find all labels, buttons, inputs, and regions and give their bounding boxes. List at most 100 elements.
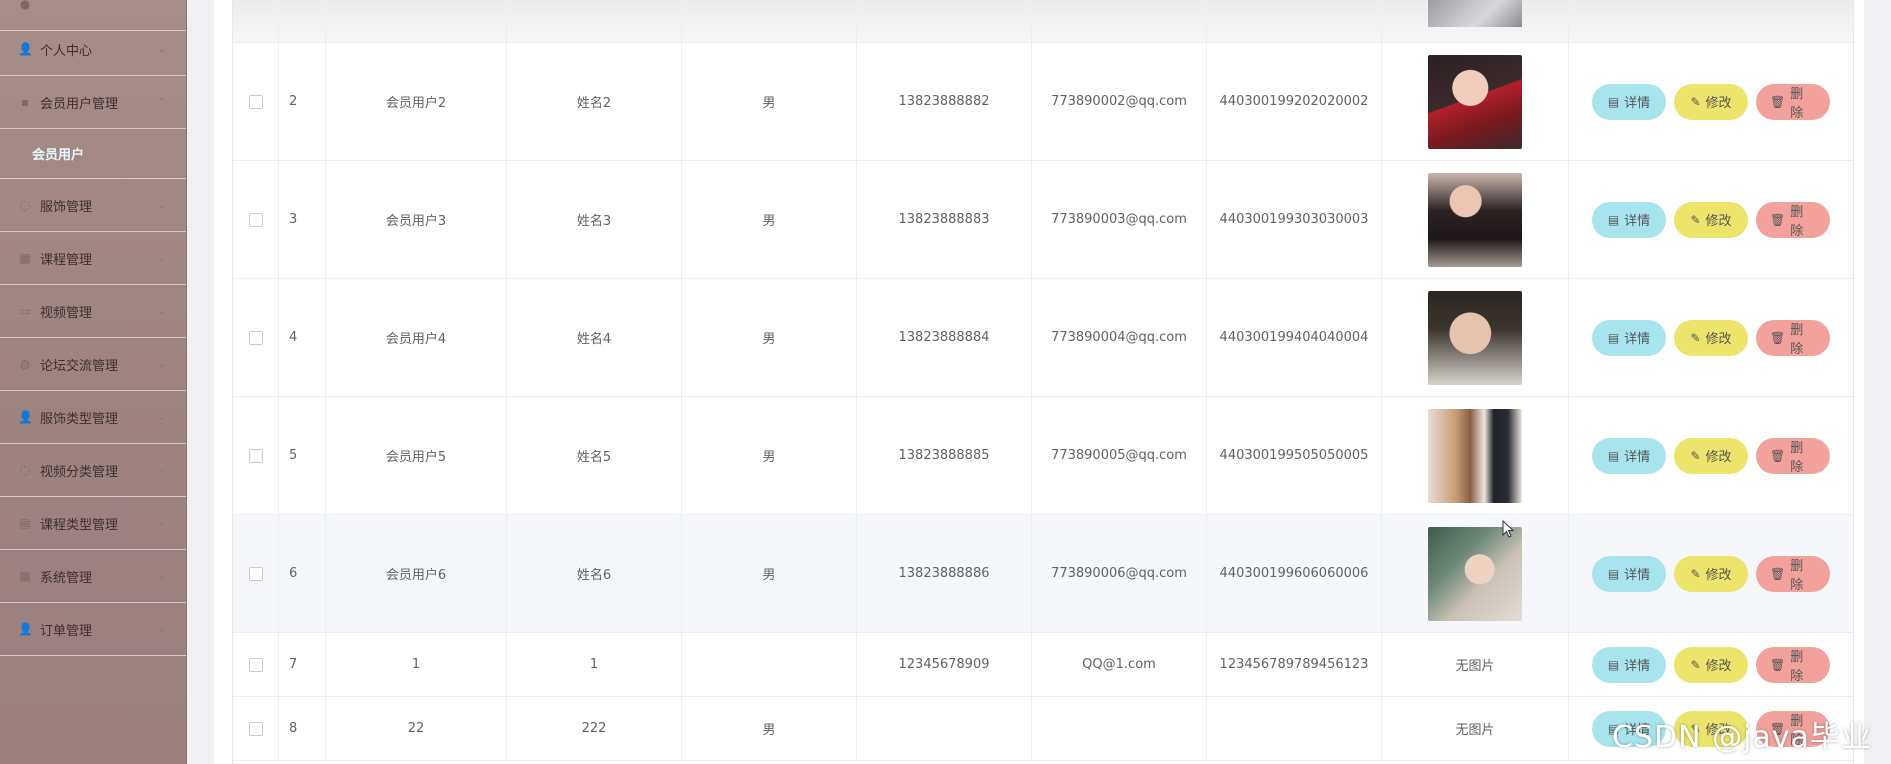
- gender-text: 男: [762, 450, 776, 465]
- sidebar-item-course[interactable]: ▦ 课程管理 ⌄: [0, 232, 186, 285]
- actions-cell: ▤ 详情 ✎ 修改 🗑 删除: [1569, 161, 1853, 278]
- table-row[interactable]: 5 会员用户5 姓名5 男 13823888885 773890005@qq.com 440…: [233, 397, 1853, 515]
- sidebar-item-label: 服饰管理: [40, 199, 93, 215]
- name-cell: 1: [507, 633, 682, 696]
- sidebar-item-clothing-type[interactable]: 👤 服饰类型管理 ⌄: [0, 391, 186, 444]
- gender-cell: 男: [682, 397, 857, 514]
- delete-button-label: 删除: [1790, 322, 1804, 357]
- phone-cell: 12345678909: [857, 633, 1032, 696]
- sidebar-item-video-category[interactable]: ◌ 视频分类管理 ⌄: [0, 444, 186, 497]
- row-checkbox[interactable]: [248, 721, 263, 736]
- row-checkbox[interactable]: [248, 212, 263, 227]
- chevron-down-icon: ⌄: [157, 305, 166, 317]
- table-row[interactable]: 8 22 222 男无图片 ▤ 详情 ✎ 修改 🗑 删除: [233, 697, 1853, 761]
- detail-button[interactable]: ▤ 详情: [1592, 83, 1666, 120]
- delete-button[interactable]: 🗑 删除: [1756, 201, 1830, 239]
- list-icon: ▤: [19, 516, 31, 530]
- index-text: 8: [289, 721, 298, 736]
- index-text: 4: [289, 330, 298, 345]
- sidebar-item-label: 服饰类型管理: [40, 411, 119, 427]
- account-text: 会员用户6: [385, 568, 447, 583]
- detail-button[interactable]: ▤ 详情: [1592, 201, 1666, 238]
- sidebar-item-system[interactable]: ▦ 系统管理 ⌄: [0, 550, 186, 603]
- detail-button-label: 详情: [1624, 450, 1651, 465]
- email-cell: 773890002@qq.com: [1032, 43, 1207, 160]
- phone-text: 13823888884: [898, 330, 990, 345]
- watermark: CSDN @java毕业: [1612, 720, 1872, 755]
- table-row[interactable]: 3 会员用户3 姓名3 男 13823888883 773890003@qq.com 440…: [233, 161, 1853, 279]
- photo-thumbnail[interactable]: [1428, 172, 1522, 267]
- detail-button[interactable]: ▤ 详情: [1592, 437, 1666, 474]
- checkbox-cell: [233, 633, 279, 696]
- index-text: 6: [289, 566, 298, 581]
- sidebar-item-member-users[interactable]: ▪ 会员用户管理 ⌃: [0, 76, 186, 129]
- table-row[interactable]: 6 会员用户6 姓名6 男 13823888886 773890006@qq.com 440…: [233, 515, 1853, 633]
- pencil-icon: ✎: [1690, 94, 1701, 109]
- account-text: 1: [411, 657, 421, 672]
- email-text: 773890003@qq.com: [1051, 212, 1187, 227]
- idcard-cell: 440300199505050005: [1207, 397, 1382, 514]
- actions-cell: ▤ 详情 ✎ 修改 🗑 删除: [1569, 515, 1853, 632]
- sidebar-item-course-type[interactable]: ▤ 课程类型管理 ⌄: [0, 497, 186, 550]
- photo-thumbnail[interactable]: [1428, 290, 1522, 385]
- row-checkbox[interactable]: [248, 448, 263, 463]
- name-cell: [507, 0, 682, 42]
- delete-button[interactable]: 🗑 删除: [1756, 555, 1830, 593]
- delete-button[interactable]: 🗑 删除: [1756, 646, 1830, 684]
- document-icon: ▤: [1607, 94, 1620, 109]
- shirt-icon: ◌: [19, 198, 31, 212]
- detail-button-label: 详情: [1624, 332, 1651, 347]
- delete-button[interactable]: 🗑 删除: [1756, 83, 1830, 121]
- index-text: 5: [289, 448, 298, 463]
- photo-thumbnail[interactable]: [1428, 408, 1522, 503]
- account-text: 会员用户3: [385, 214, 447, 229]
- email-text: 773890005@qq.com: [1051, 448, 1187, 463]
- gender-text: 男: [762, 332, 776, 347]
- name-cell: 222: [507, 697, 682, 760]
- delete-button[interactable]: 🗑 删除: [1756, 319, 1830, 357]
- sidebar-item-orders[interactable]: 👤 订单管理 ⌄: [0, 603, 186, 656]
- sidebar-item-clothing[interactable]: ◌ 服饰管理 ⌄: [0, 179, 186, 232]
- edit-button[interactable]: ✎ 修改: [1674, 555, 1748, 592]
- edit-button[interactable]: ✎ 修改: [1674, 646, 1748, 683]
- idcard-text: 440300199202020002: [1219, 94, 1369, 109]
- edit-button-label: 修改: [1705, 450, 1732, 465]
- table-row[interactable]: 4 会员用户4 姓名4 男 13823888884 773890004@qq.com 440…: [233, 279, 1853, 397]
- edit-button[interactable]: ✎ 修改: [1674, 83, 1748, 120]
- no-image-text: 无图片: [1455, 659, 1495, 674]
- row-checkbox[interactable]: [248, 94, 263, 109]
- index-cell: 7: [279, 633, 326, 696]
- idcard-text: 123456789789456123: [1219, 657, 1369, 672]
- sidebar-item-forum[interactable]: ◍ 论坛交流管理 ⌄: [0, 338, 186, 391]
- table-row[interactable]: 2 会员用户2 姓名2 男 13823888882 773890002@qq.com 440…: [233, 43, 1853, 161]
- delete-button[interactable]: 🗑 删除: [1756, 437, 1830, 475]
- name-text: 姓名4: [576, 332, 612, 347]
- detail-button-label: 详情: [1624, 214, 1651, 229]
- detail-button[interactable]: ▤ 详情: [1592, 646, 1666, 683]
- sidebar-item-label: 课程类型管理: [40, 517, 119, 533]
- sidebar-item-personal-center[interactable]: 👤 个人中心 ⌄: [0, 23, 186, 76]
- edit-button[interactable]: ✎ 修改: [1674, 201, 1748, 238]
- phone-cell: 13823888883: [857, 161, 1032, 278]
- phone-cell: 13823888882: [857, 43, 1032, 160]
- photo-thumbnail[interactable]: [1428, 526, 1522, 621]
- name-cell: 姓名3: [507, 161, 682, 278]
- photo-thumbnail[interactable]: [1428, 54, 1522, 149]
- gender-cell: [682, 633, 857, 696]
- row-checkbox[interactable]: [248, 566, 263, 581]
- account-text: 会员用户5: [385, 450, 447, 465]
- document-icon: ▤: [1607, 657, 1620, 672]
- table-row[interactable]: 7 1 1 12345678909 QQ@1.com 123456789789456123…: [233, 633, 1853, 697]
- edit-button[interactable]: ✎ 修改: [1674, 319, 1748, 356]
- phone-cell: [857, 0, 1032, 42]
- sidebar-item-video[interactable]: ▭ 视频管理 ⌄: [0, 285, 186, 338]
- row-checkbox[interactable]: [248, 657, 263, 672]
- idcard-text: 440300199606060006: [1219, 566, 1369, 581]
- detail-button[interactable]: ▤ 详情: [1592, 555, 1666, 592]
- detail-button[interactable]: ▤ 详情: [1592, 319, 1666, 356]
- edit-button[interactable]: ✎ 修改: [1674, 437, 1748, 474]
- member-user-table: 2 会员用户2 姓名2 男 13823888882 773890002@qq.com 440…: [232, 0, 1854, 764]
- row-checkbox[interactable]: [248, 330, 263, 345]
- idcard-cell: 123456789789456123: [1207, 633, 1382, 696]
- sidebar-subitem-member-user[interactable]: 会员用户: [0, 129, 186, 179]
